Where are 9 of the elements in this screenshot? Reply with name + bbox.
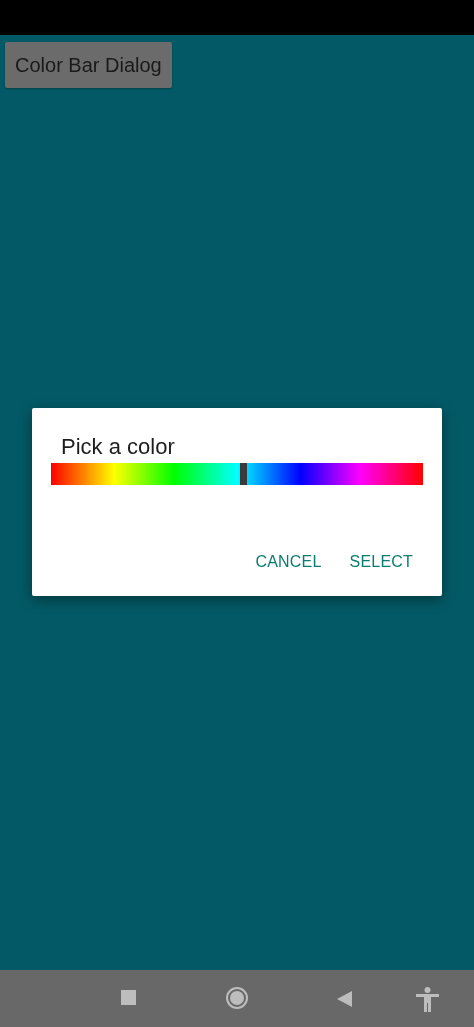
color-bar-dialog-button[interactable]: Color Bar Dialog [5,42,172,88]
dialog-title: Pick a color [61,433,176,461]
back-icon[interactable] [337,991,352,1007]
slider-thumb[interactable] [239,463,247,485]
select-button[interactable]: SELECT [339,544,423,580]
home-icon[interactable] [226,987,248,1009]
accessibility-icon[interactable] [416,987,439,1012]
cancel-button[interactable]: CANCEL [245,544,332,580]
color-bar-track[interactable] [51,463,423,485]
